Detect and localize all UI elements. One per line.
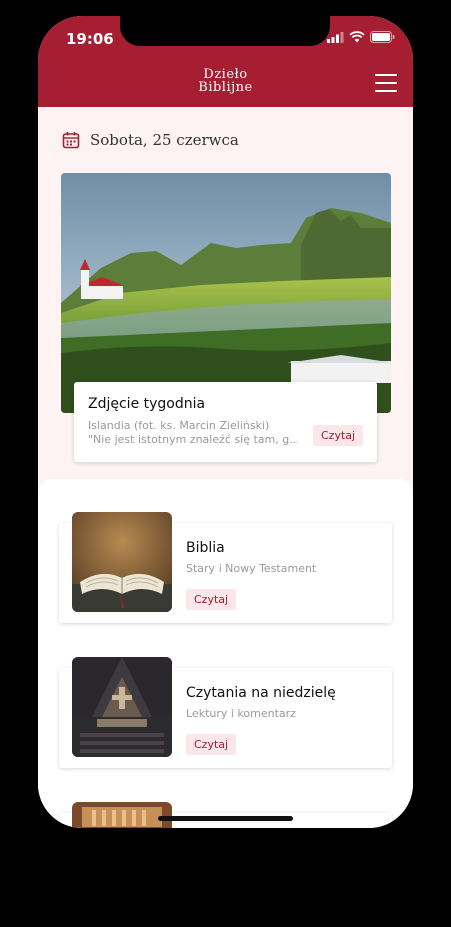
list-item-czytania[interactable]: Czytania na niedzielę Lektury i komentar… [59,657,392,768]
photo-of-week-card[interactable]: Zdjęcie tygodnia Islandia (fot. ks. Marc… [74,382,377,462]
phone-screen: 19:06 Dzieło Biblijne Sobota, 25 czerwca… [38,16,413,828]
calendar-icon [62,132,80,149]
item-subtitle: Stary i Nowy Testament [186,562,317,575]
home-indicator[interactable] [158,816,293,821]
date-label: Sobota, 25 czerwca [90,131,239,149]
status-time: 19:06 [66,30,114,48]
bible-thumbnail [72,512,172,612]
item-title: Czytania na niedzielę [186,685,336,701]
wifi-icon [349,31,365,43]
logo-line-2: Biblijne [198,80,253,95]
battery-icon [370,31,395,43]
signal-icon [327,31,344,43]
menu-icon[interactable] [375,74,397,92]
status-icons [327,31,395,43]
app-header: 19:06 Dzieło Biblijne [38,16,413,107]
photo-of-week-quote: "Nie jest istotnym znaleźć się tam, g... [88,433,298,446]
list-item-biblia[interactable]: Biblia Stary i Nowy Testament Czytaj [59,512,392,623]
photo-of-week-title: Zdjęcie tygodnia [88,396,206,412]
item-title: Biblia [186,540,225,556]
device-notch [120,16,330,46]
content-list: Biblia Stary i Nowy Testament Czytaj Czy… [38,479,413,828]
date-row: Sobota, 25 czerwca [62,131,239,149]
photo-of-week-image[interactable] [61,173,391,413]
item-read-button[interactable]: Czytaj [186,589,237,610]
church-thumbnail [72,657,172,757]
item-subtitle: Lektury i komentarz [186,707,296,720]
photo-of-week-subtitle: Islandia (fot. ks. Marcin Zieliński) [88,419,270,432]
item-read-button[interactable]: Czytaj [186,734,237,755]
app-logo: Dzieło Biblijne [38,68,413,94]
organ-thumbnail [72,802,172,828]
photo-of-week-read-button[interactable]: Czytaj [313,425,364,446]
